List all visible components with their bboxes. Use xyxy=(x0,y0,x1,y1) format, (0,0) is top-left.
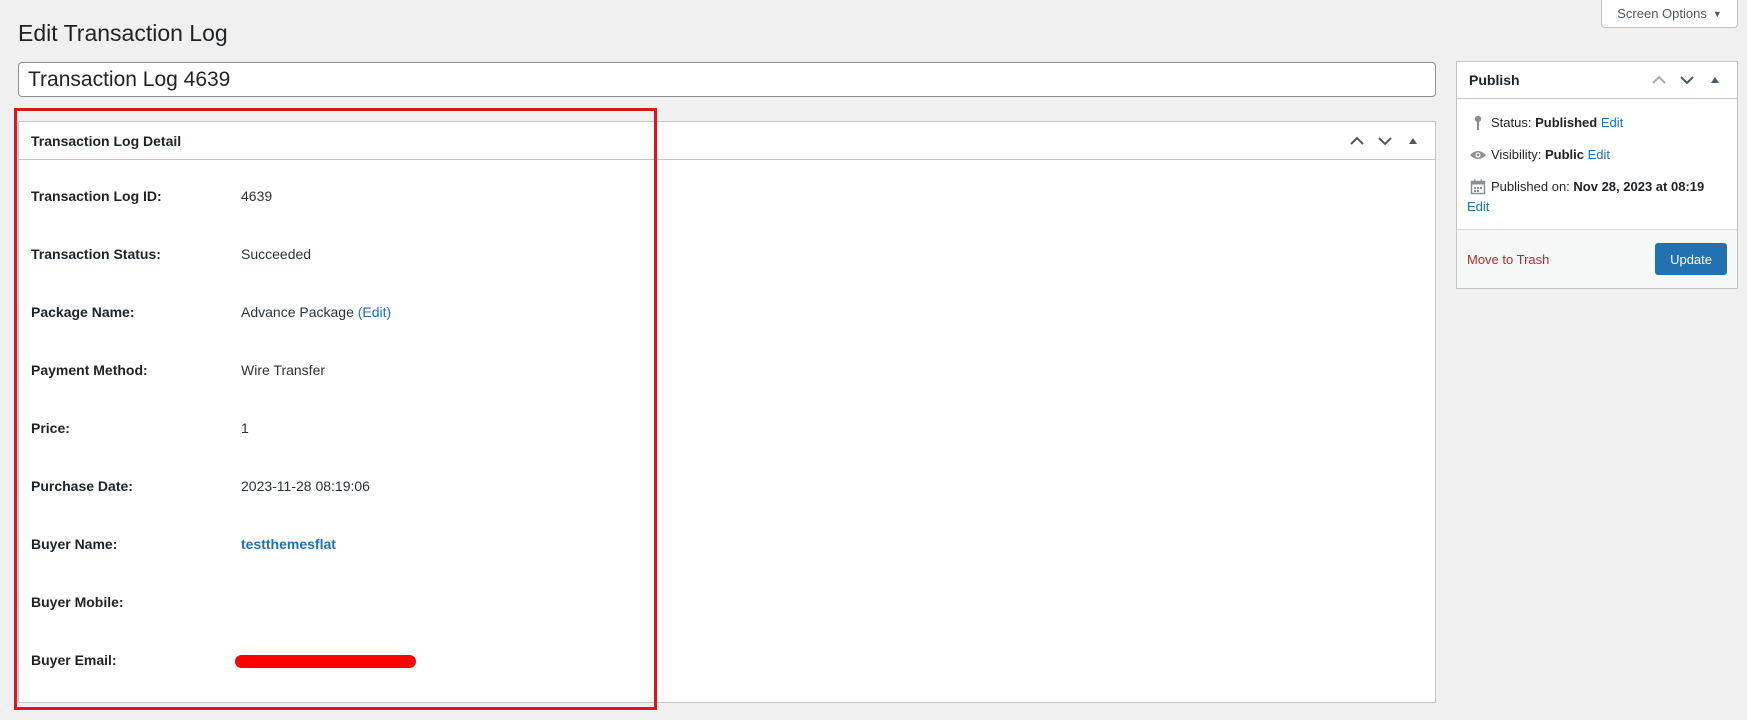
detail-row-payment-method: Payment Method: Wire Transfer xyxy=(31,341,1423,399)
detail-label: Buyer Name: xyxy=(31,536,118,552)
misc-status: Status: Published Edit xyxy=(1467,107,1727,139)
detail-row-buyer-mobile: Buyer Mobile: xyxy=(31,573,1423,631)
visibility-edit-link[interactable]: Edit xyxy=(1588,147,1610,162)
major-publishing-actions: Move to Trash Update xyxy=(1457,229,1737,288)
postbox-title: Transaction Log Detail xyxy=(31,132,182,149)
detail-row-buyer-name: Buyer Name: testthemesflat xyxy=(31,515,1423,573)
postbox-title: Publish xyxy=(1469,72,1520,88)
calendar-icon xyxy=(1467,177,1489,197)
status-text: Status: Published Edit xyxy=(1491,113,1623,133)
detail-label: Price: xyxy=(31,420,70,436)
detail-value: 1 xyxy=(241,420,249,436)
detail-value: Wire Transfer xyxy=(241,362,326,378)
publish-box: Publish Status: Published Edit Visibilit… xyxy=(1456,61,1738,289)
triangle-up-icon xyxy=(1409,137,1417,144)
misc-visibility: Visibility: Public Edit xyxy=(1467,139,1727,171)
update-button[interactable]: Update xyxy=(1655,243,1727,275)
redaction-mark xyxy=(235,654,416,668)
detail-row-transaction-status: Transaction Status: Succeeded xyxy=(31,225,1423,283)
status-edit-link[interactable]: Edit xyxy=(1601,115,1623,130)
published-label: Published on: xyxy=(1491,179,1570,194)
detail-row-transaction-log-id: Transaction Log ID: 4639 xyxy=(31,167,1423,225)
published-value: Nov 28, 2023 at 08:19 xyxy=(1573,179,1705,194)
handle-actions xyxy=(1347,131,1423,151)
detail-value xyxy=(235,652,416,668)
detail-label: Payment Method: xyxy=(31,362,148,378)
misc-published-on: Published on: Nov 28, 2023 at 08:19 Edit xyxy=(1467,171,1727,223)
detail-row-purchase-date: Purchase Date: 2023-11-28 08:19:06 xyxy=(31,457,1423,515)
move-up-button[interactable] xyxy=(1347,131,1367,151)
detail-row-package-name: Package Name: Advance Package (Edit) xyxy=(31,283,1423,341)
detail-rows: Transaction Log ID: 4639 Transaction Sta… xyxy=(19,167,1435,689)
detail-value: Advance Package (Edit) xyxy=(241,304,391,320)
postbox-header: Publish xyxy=(1457,62,1737,99)
post-title-input[interactable] xyxy=(18,62,1436,97)
visibility-label: Visibility: xyxy=(1491,147,1542,162)
published-on-text: Published on: Nov 28, 2023 at 08:19 Edit xyxy=(1467,177,1705,217)
detail-value: 2023-11-28 08:19:06 xyxy=(241,478,370,494)
visibility-text: Visibility: Public Edit xyxy=(1491,145,1610,165)
toggle-panel-button[interactable] xyxy=(1705,70,1725,90)
move-to-trash-link[interactable]: Move to Trash xyxy=(1467,252,1549,267)
chevron-down-icon xyxy=(1378,136,1392,145)
caret-down-icon: ▼ xyxy=(1712,8,1722,19)
move-down-button[interactable] xyxy=(1375,131,1395,151)
toggle-panel-button[interactable] xyxy=(1403,131,1423,151)
chevron-up-icon xyxy=(1652,75,1666,84)
eye-icon xyxy=(1467,145,1489,165)
postbox-header: Transaction Log Detail xyxy=(19,122,1435,160)
screen-options-button[interactable]: Screen Options ▼ xyxy=(1601,0,1738,28)
status-label: Status: xyxy=(1491,115,1532,130)
detail-row-buyer-email: Buyer Email: xyxy=(31,631,1423,689)
detail-label: Transaction Status: xyxy=(31,246,161,262)
detail-row-price: Price: 1 xyxy=(31,399,1423,457)
page-title: Edit Transaction Log xyxy=(18,20,228,46)
buyer-name-link[interactable]: testthemesflat xyxy=(241,536,336,552)
transaction-log-detail-box: Transaction Log Detail Transaction Log I… xyxy=(18,121,1436,703)
detail-label: Package Name: xyxy=(31,304,135,320)
pin-icon xyxy=(1467,113,1489,133)
screen-options-label: Screen Options xyxy=(1617,6,1707,21)
handle-actions xyxy=(1649,70,1725,90)
detail-label: Buyer Mobile: xyxy=(31,594,124,610)
detail-label: Transaction Log ID: xyxy=(31,188,162,204)
chevron-down-icon xyxy=(1680,76,1694,85)
detail-value: 4639 xyxy=(241,188,273,204)
status-value: Published xyxy=(1535,115,1598,130)
detail-value: Succeeded xyxy=(241,246,312,262)
package-name-value: Advance Package xyxy=(241,304,354,320)
detail-label: Buyer Email: xyxy=(31,652,117,668)
published-edit-link[interactable]: Edit xyxy=(1467,199,1489,214)
triangle-up-icon xyxy=(1711,77,1719,83)
detail-label: Purchase Date: xyxy=(31,478,133,494)
package-edit-link[interactable]: (Edit) xyxy=(358,304,391,320)
chevron-up-icon xyxy=(1350,136,1364,145)
visibility-value: Public xyxy=(1544,147,1584,162)
misc-publishing-actions: Status: Published Edit Visibility: Publi… xyxy=(1457,99,1737,223)
move-down-button[interactable] xyxy=(1677,70,1697,90)
move-up-button[interactable] xyxy=(1649,70,1669,90)
